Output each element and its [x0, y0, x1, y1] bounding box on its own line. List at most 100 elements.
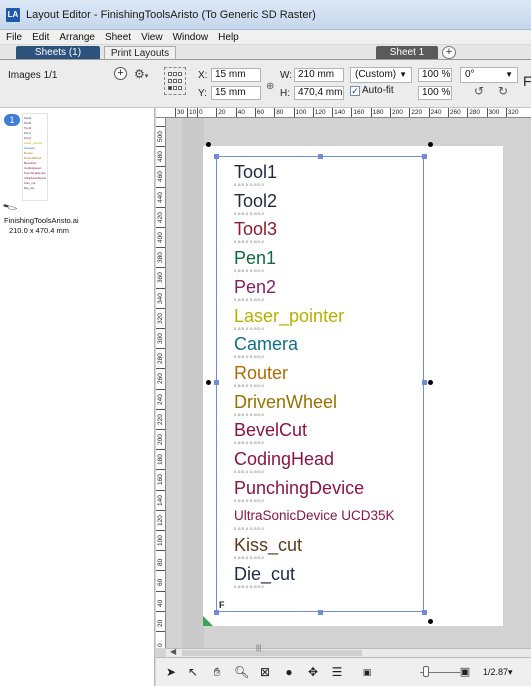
tool-label-entry: Kiss_cut 0,0/0,0 0,0/0,0 [234, 535, 302, 560]
tool-subtext: 0,0/0,0 0,0/0,0 [234, 526, 265, 532]
ruler-tick-label: 120 [314, 109, 326, 116]
tool-label-entry: Tool2 0,0/0,0 0,0/0,0 [234, 191, 277, 216]
tool-label-entry: Router 0,0/0,0 0,0/0,0 [234, 363, 288, 388]
tab-sheets[interactable]: Sheets (1) [16, 46, 100, 59]
tool-label-entry: Laser_pointer 0,0/0,0 0,0/0,0 [234, 306, 344, 331]
anchor-point[interactable] [167, 78, 172, 83]
ruler-tick-label: 320 [157, 312, 164, 324]
zoom-level[interactable]: 1/2.87▾ [483, 667, 513, 678]
autofit-label: Auto-fit [362, 85, 394, 96]
tool-name: BevelCut [234, 420, 308, 441]
tool-name: Tool1 [234, 162, 278, 182]
rotate-right-icon[interactable]: ↻ [498, 84, 508, 98]
ruler-tick-label: 160 [157, 474, 164, 486]
ruler-tick-label: 60 [157, 579, 164, 587]
resize-handle[interactable] [422, 610, 427, 615]
autofit-checkbox[interactable]: ✓ [350, 85, 360, 96]
anchor-point[interactable] [178, 86, 183, 91]
image-thumbnail[interactable]: Tool1 Tool2 Tool3 Pen1 Pen2 Laser_pointer Came… [22, 113, 48, 201]
add-sheet-button[interactable]: + [442, 46, 456, 59]
anchor-point[interactable] [178, 78, 183, 83]
menu-sheet[interactable]: Sheet [103, 32, 139, 43]
scrollbar-thumb[interactable] [182, 650, 362, 656]
width-field[interactable]: 210 mm [294, 68, 344, 82]
menu-file[interactable]: File [4, 32, 30, 43]
ruler-tick-label: 440 [157, 191, 164, 203]
small-image-icon[interactable]: ▣ [360, 664, 374, 680]
point-icon[interactable]: ● [282, 664, 296, 680]
vertical-ruler: 500 480 460 440 420 400 380 360 340 320 300 280 260 2… [156, 118, 166, 648]
resize-handle[interactable] [214, 154, 219, 159]
resize-handle[interactable] [214, 610, 219, 615]
ruler-tick-label: 240 [430, 109, 442, 116]
resize-handle[interactable] [422, 154, 427, 159]
anchor-point[interactable] [172, 71, 177, 76]
resize-handle[interactable] [318, 154, 323, 159]
anchor-point[interactable] [172, 78, 177, 83]
hand-icon[interactable]: ✋︎ [210, 664, 224, 680]
resize-handle[interactable] [318, 610, 323, 615]
gear-icon[interactable]: ⚙▾ [134, 67, 148, 81]
tool-label-entry: Pen2 0,0/0,0 0,0/0,0 [234, 277, 276, 302]
image-index-badge: 1 [4, 114, 20, 126]
tool-subtext: 0,0/0,0 0,0/0,0 [234, 182, 265, 187]
size-preset-select[interactable]: (Custom) ▼ [350, 67, 412, 83]
tab-sheet-1[interactable]: Sheet 1 [376, 46, 438, 59]
x-position-field[interactable]: 15 mm [211, 68, 261, 82]
layout-canvas[interactable]: Tool1 0,0/0,0 0,0/0,0 Tool2 0,0/0,0 0,0/0,0… [166, 118, 531, 648]
ruler-tick-label: 400 [157, 232, 164, 243]
menu-window[interactable]: Window [171, 32, 217, 43]
ruler-tick-label: 500 [157, 131, 164, 142]
crop-mark-label: F [219, 600, 225, 610]
tool-name: Tool3 [234, 219, 278, 240]
tool-name: PunchingDevice [234, 477, 365, 498]
large-image-icon[interactable]: ▣ [458, 664, 472, 680]
rotation-select[interactable]: 0° ▼ [460, 67, 518, 83]
select-arrow-icon[interactable]: ➤ [164, 664, 178, 680]
ruler-tick-label: 220 [411, 109, 423, 116]
truncated-label: F [523, 73, 531, 89]
menu-arrange[interactable]: Arrange [57, 32, 103, 43]
bottom-toolbar: ➤ ↖ ✋︎ 🔍︎ ⊠ ● ✥ ☰ ▣ ▣ 1/2.87▾ [156, 657, 531, 686]
add-image-button[interactable]: + [114, 67, 127, 80]
resize-handle[interactable] [422, 380, 427, 385]
zoom-slider-knob[interactable] [423, 666, 429, 677]
height-field[interactable]: 470,4 mm [294, 86, 344, 100]
horizontal-scrollbar[interactable]: ◀ ||| [166, 645, 531, 657]
scale-x-field[interactable]: 100 % [418, 68, 452, 82]
distribute-icon[interactable]: ☰ [330, 664, 344, 680]
ruler-tick-label: 140 [334, 109, 345, 116]
anchor-point[interactable] [172, 86, 177, 91]
menu-view[interactable]: View [139, 32, 171, 43]
zoom-icon[interactable]: 🔍︎ [234, 664, 249, 680]
ruler-tick-label: 0 [199, 109, 203, 116]
direct-select-icon[interactable]: ↖ [186, 664, 200, 680]
tool-name: Laser_pointer [234, 305, 345, 326]
tool-name: Router [234, 362, 289, 383]
anchor-point[interactable] [178, 71, 183, 76]
menu-help[interactable]: Help [216, 32, 247, 43]
autofit-option[interactable]: ✓ Auto-fit [350, 85, 394, 96]
anchor-point-grid[interactable] [164, 67, 186, 95]
anchor-point[interactable] [167, 71, 172, 76]
crosshair-icon[interactable]: ✥ [306, 664, 320, 680]
tool-label-entry: Pen1 0,0/0,0 0,0/0,0 [234, 248, 276, 273]
tool-label-entry: UltraSonicDevice UCD35K 0,0/0,0 0,0/0,0 [234, 506, 395, 531]
scale-y-field[interactable]: 100 % [418, 86, 452, 100]
image-file-info: FinishingToolsAristo.ai 210.0 x 470.4 mm [4, 216, 79, 236]
window-title: Layout Editor - FinishingToolsAristo (To… [26, 8, 316, 21]
rotate-left-icon[interactable]: ↺ [474, 84, 484, 98]
tool-subtext: 0,0/0,0 0,0/0,0 [234, 354, 265, 360]
link-proportions-icon[interactable]: ⊕ [266, 81, 274, 92]
ruler-tick-label: 40 [237, 109, 245, 116]
anchor-point-selected[interactable] [167, 86, 172, 91]
tab-print-layouts[interactable]: Print Layouts (1) [104, 46, 176, 72]
tool-name: Die_cut [234, 563, 296, 584]
ruler-tick-label: 160 [353, 109, 365, 116]
y-position-field[interactable]: 15 mm [211, 86, 261, 100]
scroll-left-icon[interactable]: ◀ [170, 647, 176, 656]
ruler-corner [156, 108, 173, 118]
menu-edit[interactable]: Edit [30, 32, 57, 43]
frame-icon[interactable]: ⊠ [258, 664, 272, 680]
resize-handle[interactable] [214, 380, 219, 385]
